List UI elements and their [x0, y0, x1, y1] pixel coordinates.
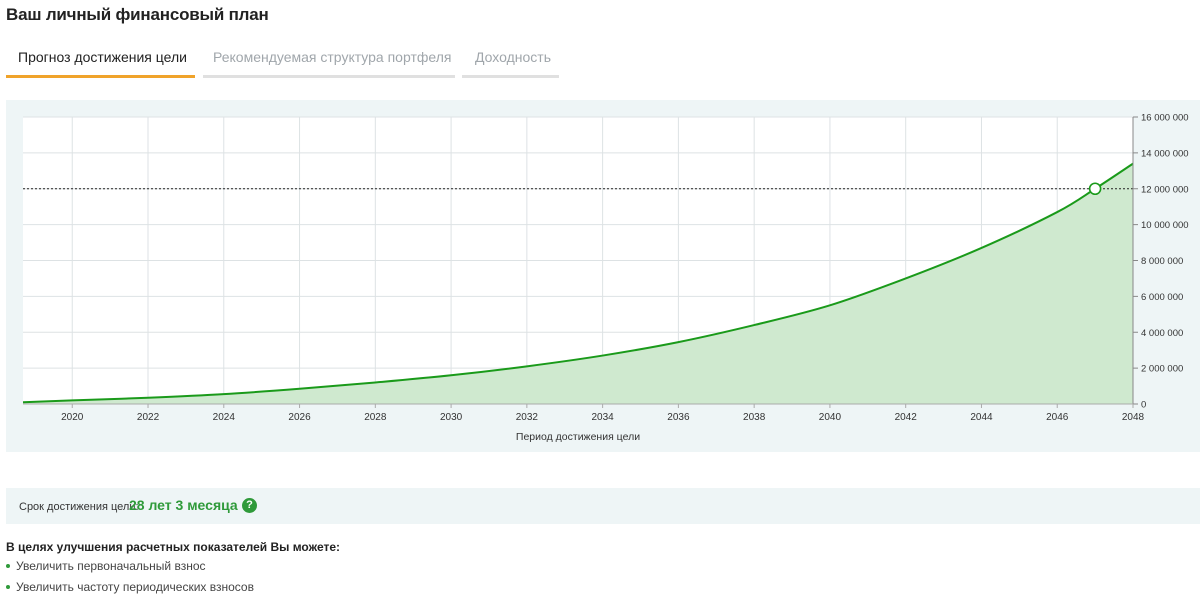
x-tick-label: 2028 [364, 412, 387, 423]
y-tick-label: 14 000 000 [1141, 148, 1189, 159]
tab-yield[interactable]: Доходность [462, 40, 559, 78]
goal-term-panel: Срок достижения цели: 28 лет 3 месяца ? [6, 488, 1200, 524]
tip-text: Увеличить первоначальный взнос [16, 559, 206, 573]
y-tick-label: 12 000 000 [1141, 184, 1189, 195]
x-tick-label: 2048 [1122, 412, 1145, 423]
y-tick-label: 4 000 000 [1141, 328, 1183, 339]
y-tick-label: 2 000 000 [1141, 364, 1183, 375]
y-tick-label: 6 000 000 [1141, 292, 1183, 303]
x-tick-label: 2024 [213, 412, 236, 423]
tips-title: В целях улучшения расчетных показателей … [6, 540, 341, 554]
goal-term-label: Срок достижения цели: [19, 501, 139, 513]
tip-text: Увеличить частоту периодических взносов [16, 580, 254, 594]
help-icon[interactable]: ? [242, 498, 257, 513]
x-tick-label: 2044 [970, 412, 993, 423]
x-tick-label: 2040 [819, 412, 842, 423]
x-axis-title: Период достижения цели [516, 431, 640, 443]
page-title: Ваш личный финансовый план [6, 5, 269, 24]
x-tick-label: 2036 [667, 412, 690, 423]
goal-forecast-chart: 0 2 000 000 4 000 000 6 000 000 8 000 000 10 … [22, 113, 1189, 443]
goal-term-value: 28 лет 3 месяца [129, 497, 238, 513]
y-tick-label: 10 000 000 [1141, 220, 1189, 231]
bullet-icon [6, 564, 10, 568]
x-tick-label: 2032 [516, 412, 539, 423]
tab-goal-forecast[interactable]: Прогноз достижения цели [6, 40, 195, 78]
x-tick-label: 2042 [895, 412, 918, 423]
tip-item: Увеличить первоначальный взнос [6, 559, 254, 580]
y-tick-label: 8 000 000 [1141, 256, 1183, 267]
tab-portfolio-structure[interactable]: Рекомендуемая структура портфеля [203, 40, 455, 78]
x-tick-label: 2022 [137, 412, 160, 423]
bullet-icon [6, 585, 10, 589]
y-tick-label: 0 [1141, 400, 1146, 411]
x-tick-label: 2034 [591, 412, 614, 423]
chart-panel: 0 2 000 000 4 000 000 6 000 000 8 000 000 10 … [6, 100, 1200, 452]
tips-list: Увеличить первоначальный взнос Увеличить… [6, 559, 254, 601]
target-marker [1088, 182, 1102, 196]
tip-item: Увеличить частоту периодических взносов [6, 580, 254, 601]
x-tick-label: 2026 [288, 412, 311, 423]
y-tick-label: 16 000 000 [1141, 113, 1189, 124]
x-tick-label: 2030 [440, 412, 463, 423]
x-tick-label: 2038 [743, 412, 766, 423]
x-tick-label: 2046 [1046, 412, 1069, 423]
x-tick-label: 2020 [61, 412, 84, 423]
